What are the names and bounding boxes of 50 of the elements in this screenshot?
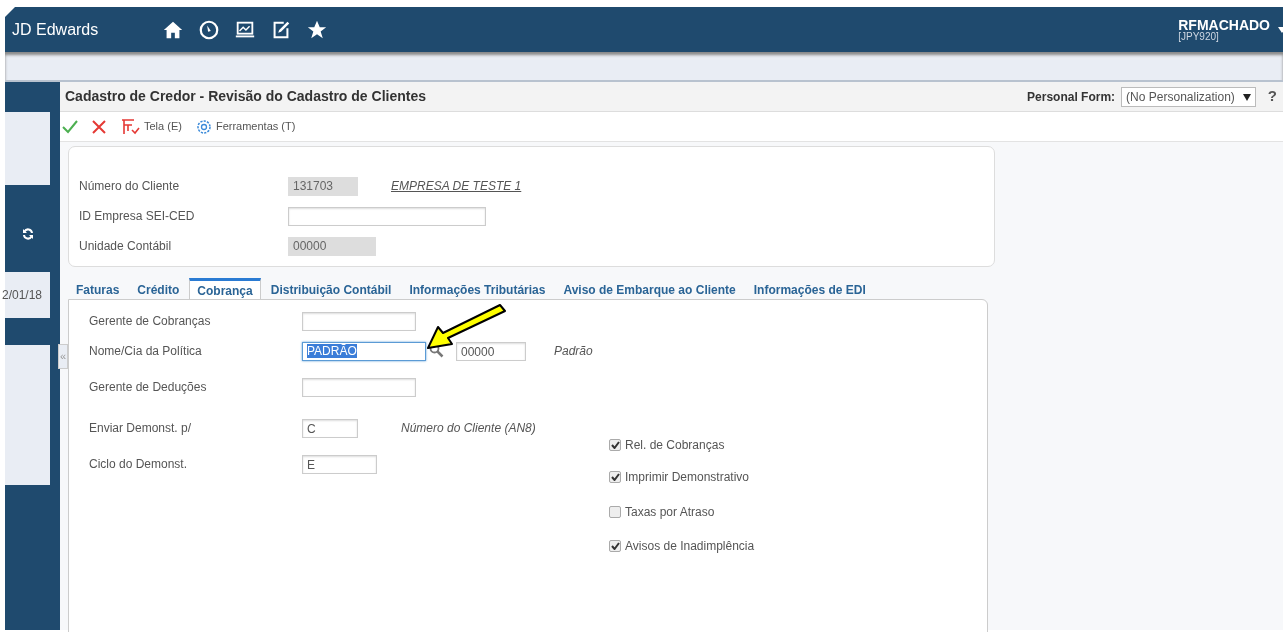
input-field[interactable]: E (302, 455, 377, 474)
checkbox-label: Imprimir Demonstrativo (625, 469, 750, 486)
checkmark-icon[interactable] (62, 119, 78, 134)
field-label: Enviar Demonst. p/ (89, 420, 193, 437)
input-field[interactable]: 00000 (456, 342, 526, 361)
caret-icon[interactable] (1278, 26, 1283, 33)
tab[interactable]: Distribuição Contábil (262, 278, 400, 299)
field-description: Padrão (554, 343, 593, 360)
checkbox-label: Taxas por Atraso (625, 503, 715, 521)
input-field[interactable] (288, 206, 486, 226)
field-label: ID Empresa SEI-CED (79, 208, 196, 225)
form-menu-button[interactable]: Tela (E) (120, 118, 182, 135)
refresh-icon[interactable] (21, 227, 34, 240)
checkbox-label: Avisos de Inadimplência (625, 538, 755, 555)
tab[interactable]: Faturas (68, 278, 128, 299)
tab[interactable]: Aviso de Embarque ao Cliente (555, 278, 744, 299)
form-icon[interactable] (120, 118, 140, 135)
field-label: Gerente de Deduções (89, 379, 208, 396)
form-title: Cadastro de Credor - Revisão do Cadastro de Clientes (65, 87, 426, 106)
date-label: 2/01/18 (2, 287, 43, 304)
checkbox[interactable] (609, 471, 621, 483)
checkbox-label: Rel. de Cobranças (625, 437, 725, 454)
input-field[interactable]: C (302, 419, 358, 438)
field-label: Número do Cliente (79, 178, 181, 195)
app-title: JD Edwards (12, 19, 100, 40)
checkbox[interactable] (609, 505, 621, 518)
input-field[interactable] (302, 312, 416, 331)
field-label: Ciclo do Demonst. (89, 456, 189, 473)
tools-menu-button[interactable]: Ferramentas (T) (195, 118, 296, 135)
checkbox[interactable] (609, 439, 621, 451)
tab[interactable]: Crédito (129, 278, 188, 299)
help-icon[interactable]: ? (1267, 85, 1277, 108)
tab[interactable]: Informações de EDI (745, 278, 874, 299)
gear-icon[interactable] (195, 118, 212, 135)
personal-form-label: Personal Form: (1027, 88, 1116, 106)
tab[interactable]: Informações Tributárias (401, 278, 554, 299)
environment-label: [JPY920] (1178, 31, 1220, 42)
field-label: Gerente de Cobranças (89, 313, 212, 330)
input-field[interactable]: PADRÃO (302, 342, 426, 361)
user-name[interactable]: RFMACHADO (1178, 17, 1270, 32)
clock-icon[interactable] (198, 18, 220, 41)
field-label: Unidade Contábil (79, 238, 173, 255)
close-icon[interactable] (92, 119, 106, 134)
input-field[interactable] (302, 378, 416, 397)
field-description: Número do Cliente (AN8) (401, 420, 536, 437)
personal-form-dropdown[interactable]: (No Personalization) (1121, 86, 1256, 107)
field-label: Nome/Cia da Política (89, 343, 203, 360)
dropdown-caret-icon[interactable] (1242, 93, 1251, 101)
checkbox[interactable] (609, 540, 621, 552)
tab[interactable]: Cobrança (189, 278, 261, 300)
